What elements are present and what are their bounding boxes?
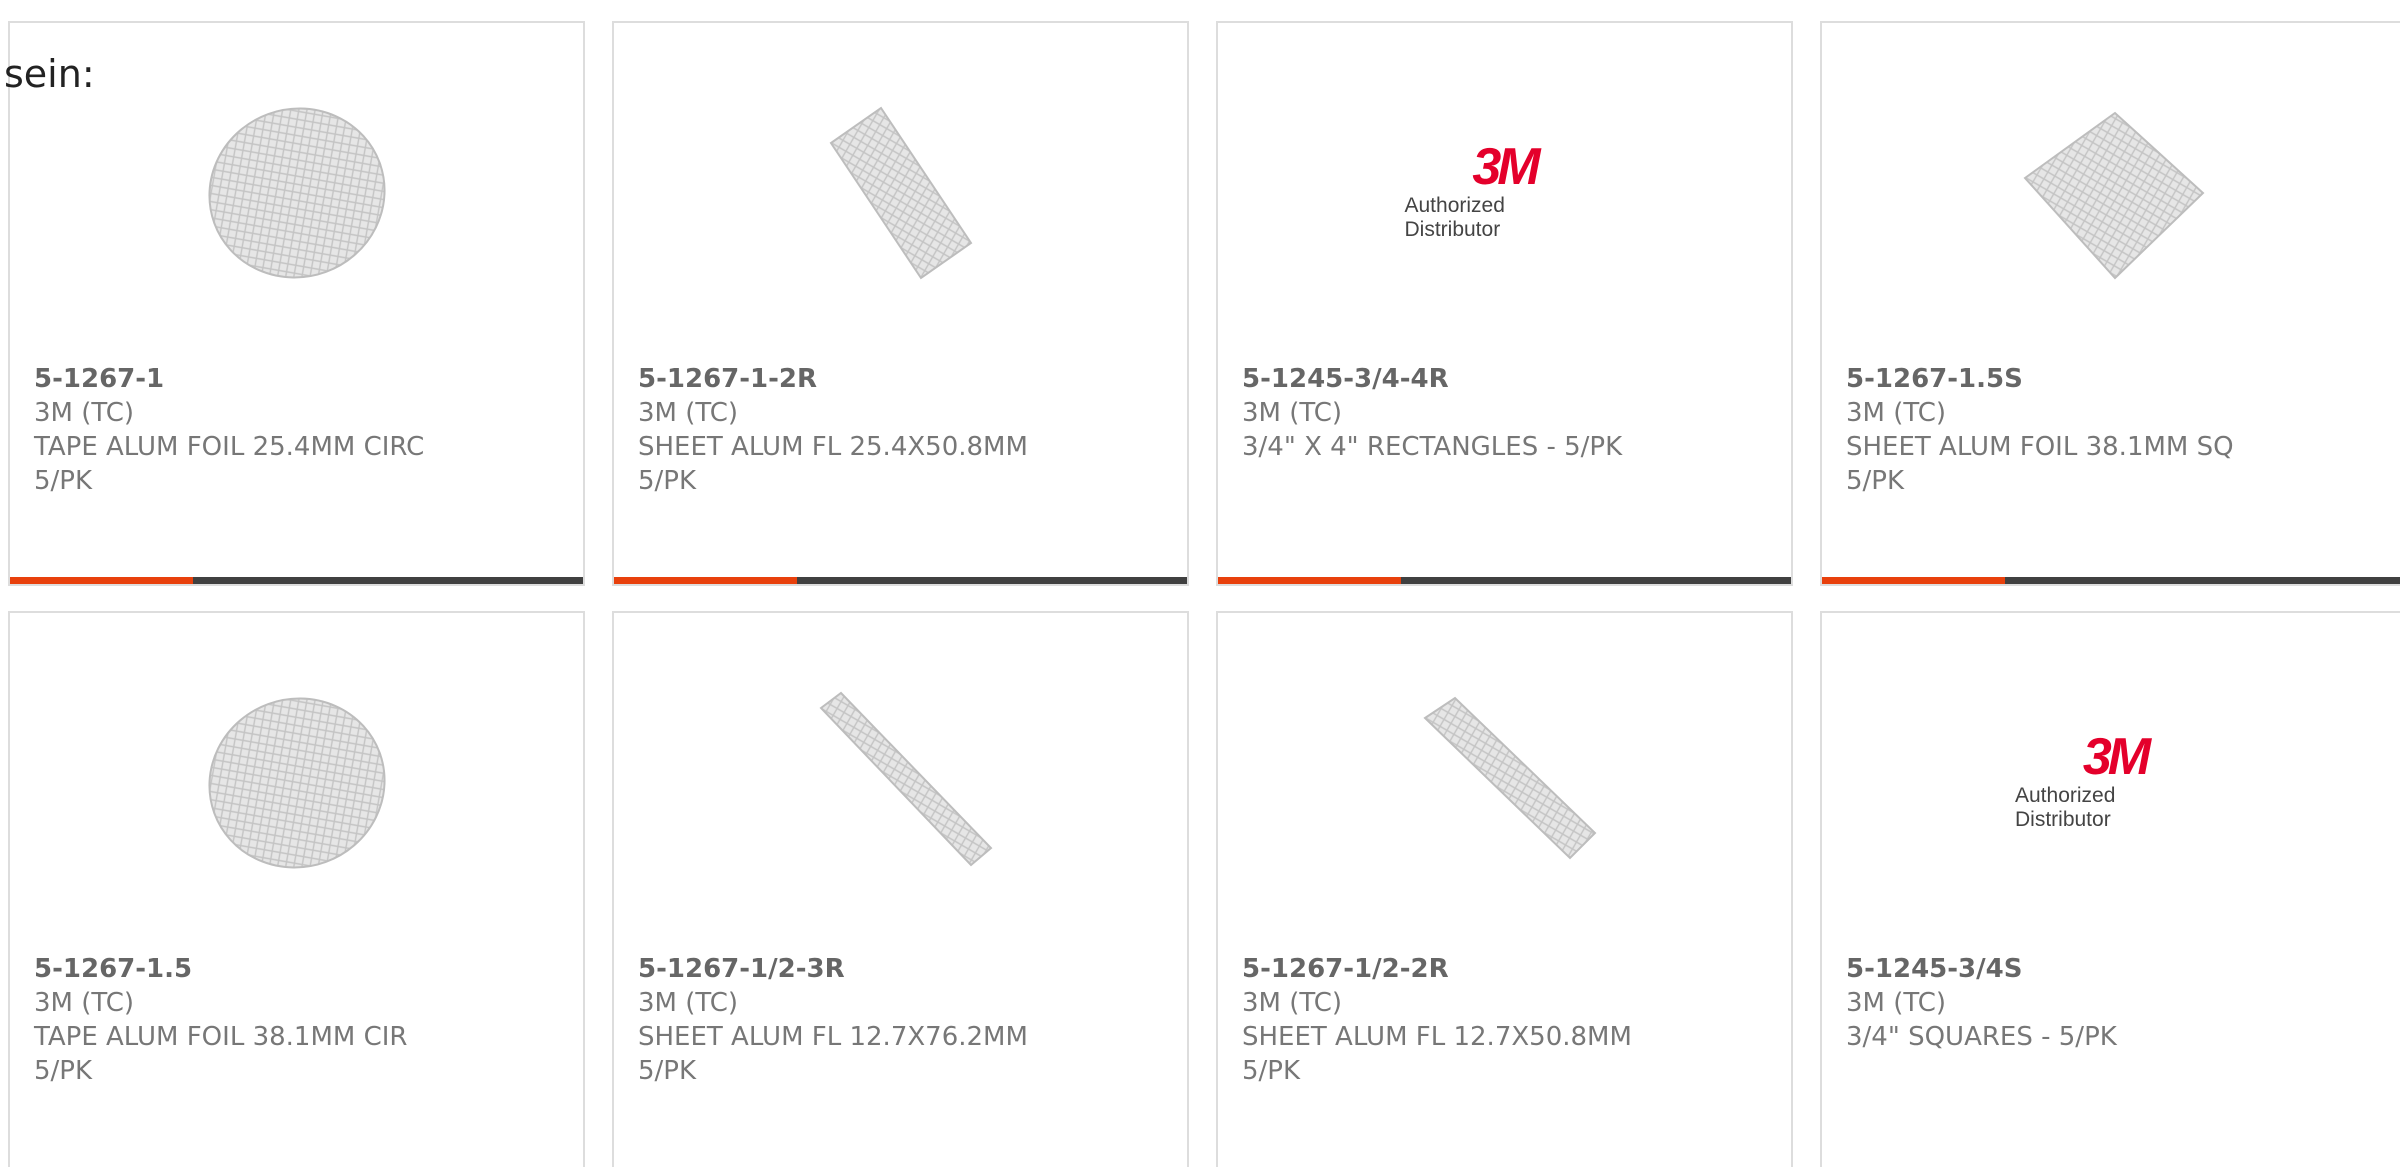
brand-label: 3M (TC) (34, 988, 135, 1018)
logo-distributor-text: Authorized Distributor (2015, 784, 2116, 831)
product-description: SHEET ALUM FL 12.7X50.8MM (1242, 1022, 1632, 1052)
product-card[interactable]: 5-1267-1/2-3R 3M (TC) SHEET ALUM FL 12.7… (612, 611, 1189, 1167)
3m-logo-mark: 3M (2082, 728, 2151, 786)
product-info: 5-1267-1.5S 3M (TC) SHEET ALUM FOIL 38.1… (1846, 362, 2388, 498)
part-number[interactable]: 5-1267-1.5 (34, 952, 563, 986)
card-bottom-bar (10, 577, 583, 584)
brand-label: 3M (TC) (1242, 398, 1343, 428)
card-accent-bar (10, 577, 193, 584)
card-bottom-bar (1218, 577, 1791, 584)
product-info: 5-1267-1/2-2R 3M (TC) SHEET ALUM FL 12.7… (1242, 952, 1771, 1088)
product-card[interactable]: 5-1267-1 3M (TC) TAPE ALUM FOIL 25.4MM C… (8, 21, 585, 586)
square-foil-icon (2015, 93, 2215, 293)
pack-size: 5/PK (638, 466, 697, 496)
strip-foil-icon (801, 683, 1001, 883)
part-number[interactable]: 5-1267-1/2-3R (638, 952, 1167, 986)
circle-foil-icon (197, 683, 397, 883)
part-number[interactable]: 5-1245-3/4S (1846, 952, 2388, 986)
card-accent-bar (1218, 577, 1401, 584)
product-info: 5-1267-1-2R 3M (TC) SHEET ALUM FL 25.4X5… (638, 362, 1167, 498)
pack-size: 5/PK (1846, 466, 1905, 496)
brand-label: 3M (TC) (1846, 988, 1947, 1018)
product-description: SHEET ALUM FOIL 38.1MM SQ (1846, 432, 2234, 462)
product-description: 3/4" SQUARES - 5/PK (1846, 1022, 2117, 1052)
pack-size: 5/PK (34, 466, 93, 496)
brand-label: 3M (TC) (638, 988, 739, 1018)
part-number[interactable]: 5-1267-1.5S (1846, 362, 2388, 396)
pack-size: 5/PK (34, 1056, 93, 1086)
product-grid-page: 5-1267-1 3M (TC) TAPE ALUM FOIL 25.4MM C… (0, 0, 2400, 1167)
brand-label: 3M (TC) (1242, 988, 1343, 1018)
part-number[interactable]: 5-1245-3/4-4R (1242, 362, 1771, 396)
logo-distributor-text: Authorized Distributor (1404, 194, 1505, 241)
product-info: 5-1245-3/4-4R 3M (TC) 3/4" X 4" RECTANGL… (1242, 362, 1771, 464)
3m-logo: 3M Authorized Distributor (1405, 93, 1605, 293)
part-number[interactable]: 5-1267-1 (34, 362, 563, 396)
circle-foil-icon (197, 93, 397, 293)
strip-foil-icon (1405, 683, 1605, 883)
product-info: 5-1267-1/2-3R 3M (TC) SHEET ALUM FL 12.7… (638, 952, 1167, 1088)
brand-label: 3M (TC) (1846, 398, 1947, 428)
product-info: 5-1267-1.5 3M (TC) TAPE ALUM FOIL 38.1MM… (34, 952, 563, 1088)
pack-size: 5/PK (638, 1056, 697, 1086)
3m-logo-mark: 3M (1472, 138, 1540, 196)
product-card[interactable]: 3M Authorized Distributor 5-1245-3/4-4R … (1216, 21, 1793, 586)
product-description: TAPE ALUM FOIL 38.1MM CIR (34, 1022, 408, 1052)
product-card[interactable]: 3M Authorized Distributor 5-1245-3/4S 3M… (1820, 611, 2400, 1167)
product-description: TAPE ALUM FOIL 25.4MM CIRC (34, 432, 425, 462)
product-card[interactable]: 5-1267-1-2R 3M (TC) SHEET ALUM FL 25.4X5… (612, 21, 1189, 586)
overlay-text: sein: (4, 52, 95, 96)
brand-label: 3M (TC) (34, 398, 135, 428)
part-number[interactable]: 5-1267-1/2-2R (1242, 952, 1771, 986)
product-info: 5-1245-3/4S 3M (TC) 3/4" SQUARES - 5/PK (1846, 952, 2388, 1054)
rectangle-foil-icon (801, 93, 1001, 293)
card-accent-bar (1822, 577, 2005, 584)
pack-size: 5/PK (1242, 1056, 1301, 1086)
product-description: SHEET ALUM FL 12.7X76.2MM (638, 1022, 1028, 1052)
card-bottom-bar (1822, 577, 2400, 584)
3m-logo: 3M Authorized Distributor (2015, 683, 2215, 883)
product-card[interactable]: 5-1267-1/2-2R 3M (TC) SHEET ALUM FL 12.7… (1216, 611, 1793, 1167)
product-card[interactable]: 5-1267-1.5 3M (TC) TAPE ALUM FOIL 38.1MM… (8, 611, 585, 1167)
brand-label: 3M (TC) (638, 398, 739, 428)
product-info: 5-1267-1 3M (TC) TAPE ALUM FOIL 25.4MM C… (34, 362, 563, 498)
card-bottom-bar (614, 577, 1187, 584)
product-description: SHEET ALUM FL 25.4X50.8MM (638, 432, 1028, 462)
card-accent-bar (614, 577, 797, 584)
product-description: 3/4" X 4" RECTANGLES - 5/PK (1242, 432, 1623, 462)
part-number[interactable]: 5-1267-1-2R (638, 362, 1167, 396)
product-card[interactable]: 5-1267-1.5S 3M (TC) SHEET ALUM FOIL 38.1… (1820, 21, 2400, 586)
